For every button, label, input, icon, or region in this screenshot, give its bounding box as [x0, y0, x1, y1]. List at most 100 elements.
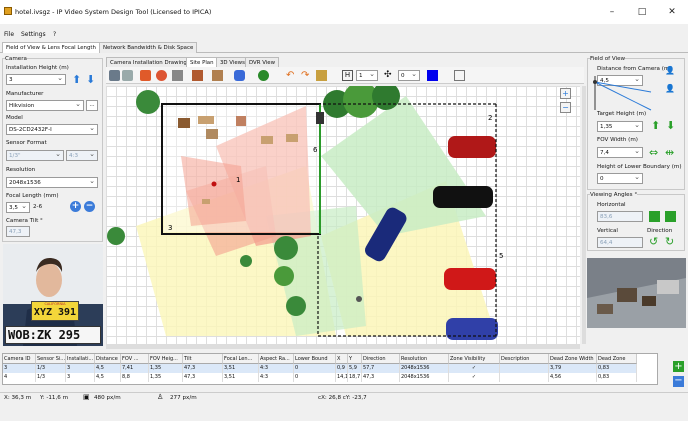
redo-icon[interactable]: ↷ [301, 70, 312, 81]
table-header-cell[interactable]: Zone Visibility [449, 354, 500, 364]
menu-file[interactable]: File [4, 31, 14, 38]
table-cell[interactable]: 1/3 [36, 373, 66, 382]
table-cell[interactable]: 47,3 [362, 373, 400, 382]
table-cell[interactable]: 1/3 [36, 364, 66, 373]
table-header-cell[interactable]: Focal Len... [223, 354, 259, 364]
fov-width-select[interactable]: 7,4 [597, 147, 643, 158]
height-button[interactable]: H [342, 70, 353, 81]
table-cell[interactable]: 5,9 [348, 364, 362, 373]
install-height-select[interactable]: 3 [6, 74, 66, 85]
table-cell[interactable]: 7,41 [121, 364, 149, 373]
image-tool-icon[interactable] [122, 70, 133, 81]
site-plan-canvas[interactable]: 2 3 5 6 1 + − [106, 86, 580, 344]
table-header-cell[interactable]: Resolution [400, 354, 449, 364]
canvas-horizontal-scrollbar[interactable] [106, 344, 580, 349]
furniture-tool-icon[interactable] [192, 70, 203, 81]
table-cell[interactable]: 3 [3, 364, 36, 373]
table-cell[interactable]: 2048x1536 [400, 373, 449, 382]
table-cell[interactable]: 3,51 [223, 373, 259, 382]
table-header-cell[interactable]: Description [500, 354, 549, 364]
target-height-select[interactable]: 1,35 [597, 121, 643, 132]
zoom-in-icon[interactable]: + [70, 201, 81, 212]
table-cell[interactable]: 4:3 [259, 373, 294, 382]
site-plan-drawing[interactable]: 2 3 5 6 1 [106, 86, 580, 344]
zoom-in-button[interactable]: + [560, 88, 571, 99]
camera-tool-icon[interactable] [109, 70, 120, 81]
wall-tool-icon[interactable] [172, 70, 183, 81]
move-icon[interactable]: ✣ [384, 70, 395, 81]
table-cell[interactable]: 1,35 [149, 364, 183, 373]
table-cell[interactable]: 3 [66, 373, 95, 382]
table-cell[interactable]: 47,3 [183, 373, 223, 382]
undo-icon[interactable]: ↶ [286, 70, 297, 81]
horizontal-angle-field[interactable]: 83,6 [597, 211, 643, 222]
table-cell[interactable]: 4,56 [549, 373, 597, 382]
table-header-cell[interactable]: FOV Heig... [149, 354, 183, 364]
widen-icon[interactable]: ⇔ [649, 147, 658, 158]
table-header-cell[interactable]: Installati... [66, 354, 95, 364]
add-camera-button[interactable]: + [673, 361, 684, 372]
table-cell[interactable]: 1,35 [149, 373, 183, 382]
table-cell[interactable]: ✓ [449, 364, 500, 373]
menu-help[interactable]: ? [53, 31, 56, 38]
table-header-cell[interactable]: Y [348, 354, 362, 364]
table-cell[interactable]: 2048x1536 [400, 364, 449, 373]
table-header-cell[interactable]: Dead Zone [597, 354, 637, 364]
tree-tool-icon[interactable] [258, 70, 269, 81]
maximize-button[interactable]: □ [630, 5, 654, 19]
close-button[interactable]: ✕ [660, 5, 684, 19]
table-cell[interactable]: 3 [66, 364, 95, 373]
table-header-cell[interactable]: Distance [95, 354, 121, 364]
brush-icon[interactable] [316, 70, 327, 81]
table-cell[interactable]: 0,83 [597, 364, 637, 373]
zoom-out-icon[interactable]: − [84, 201, 95, 212]
lower-boundary-select[interactable]: 0 [597, 173, 643, 184]
car-tool-icon[interactable] [234, 70, 245, 81]
line-style-select[interactable]: 0 [398, 70, 420, 81]
table-header-cell[interactable]: FOV ... [121, 354, 149, 364]
narrow-icon[interactable]: ⇹ [665, 147, 674, 158]
table-header-cell[interactable]: X [336, 354, 348, 364]
arrow-up-icon[interactable]: ⬆ [72, 74, 81, 85]
shrink-angle-icon[interactable] [665, 211, 676, 222]
table-cell[interactable]: 4,5 [95, 373, 121, 382]
fill-color-icon[interactable] [140, 70, 151, 81]
sensor-format-select[interactable]: 1/3" [6, 150, 64, 161]
table-cell[interactable]: 0,9 [336, 364, 348, 373]
table-cell[interactable]: 47,3 [183, 364, 223, 373]
table-header-cell[interactable]: Dead Zone Width [549, 354, 597, 364]
table-tool-icon[interactable] [212, 70, 223, 81]
table-header-cell[interactable]: Sensor Si... [36, 354, 66, 364]
3d-preview[interactable] [587, 258, 686, 328]
table-cell[interactable]: 0 [294, 364, 336, 373]
table-cell[interactable]: 3,79 [549, 364, 597, 373]
table-cell[interactable]: ✓ [449, 373, 500, 382]
height-down-icon[interactable]: ⬇ [666, 120, 675, 131]
expand-angle-icon[interactable] [649, 211, 660, 222]
vertical-angle-field[interactable]: 64,4 [597, 237, 643, 248]
table-cell[interactable]: 8,8 [121, 373, 149, 382]
focal-length-select[interactable]: 3,5 [6, 202, 30, 213]
minimize-button[interactable]: – [600, 5, 624, 19]
rotate-right-icon[interactable]: ↻ [665, 236, 674, 247]
table-cell[interactable]: 4 [3, 373, 36, 382]
zoom-out-button[interactable]: − [560, 102, 571, 113]
table-header-cell[interactable]: Lower Bound [294, 354, 336, 364]
aspect-ratio-select[interactable]: 4:3 [66, 150, 98, 161]
resolution-select[interactable]: 2048x1536 [6, 177, 98, 188]
table-cell[interactable]: 0 [294, 373, 336, 382]
manufacturer-select[interactable]: Hikvision [6, 100, 84, 111]
table-header-cell[interactable]: Camera ID [3, 354, 36, 364]
grid-toggle-icon[interactable] [454, 70, 465, 81]
line-width-select[interactable]: 1 [356, 70, 378, 81]
table-cell[interactable]: 14,1 [336, 373, 348, 382]
table-header-cell[interactable]: Tilt [183, 354, 223, 364]
table-cell[interactable]: 4,5 [95, 364, 121, 373]
table-cell[interactable]: 57,7 [362, 364, 400, 373]
menu-settings[interactable]: Settings [21, 31, 46, 38]
model-select[interactable]: DS-2CD2432F-I [6, 124, 98, 135]
remove-camera-button[interactable]: − [673, 376, 684, 387]
canvas-vertical-scrollbar[interactable] [582, 86, 586, 344]
tab-field-of-view[interactable]: Field of View & Lens Focal Length [2, 42, 100, 53]
table-cell[interactable] [500, 364, 549, 373]
